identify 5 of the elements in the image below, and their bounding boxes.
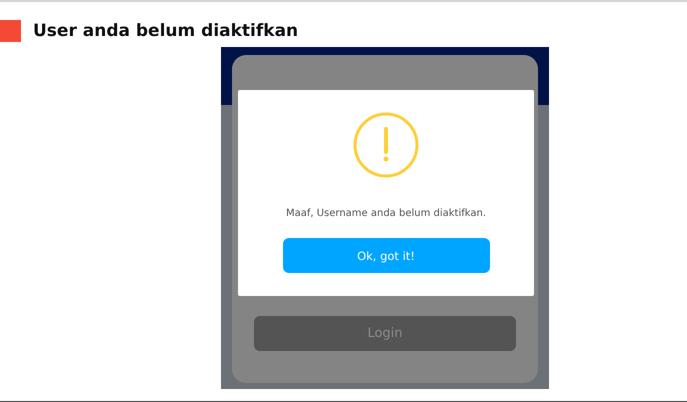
- ok-button[interactable]: Ok, got it!: [282, 238, 490, 273]
- heading-marker: [0, 20, 21, 42]
- page-heading: User anda belum diaktifkan: [33, 21, 298, 41]
- dialog-message: Maaf, Username anda belum diaktifkan.: [286, 208, 486, 219]
- warning-icon: [353, 112, 419, 178]
